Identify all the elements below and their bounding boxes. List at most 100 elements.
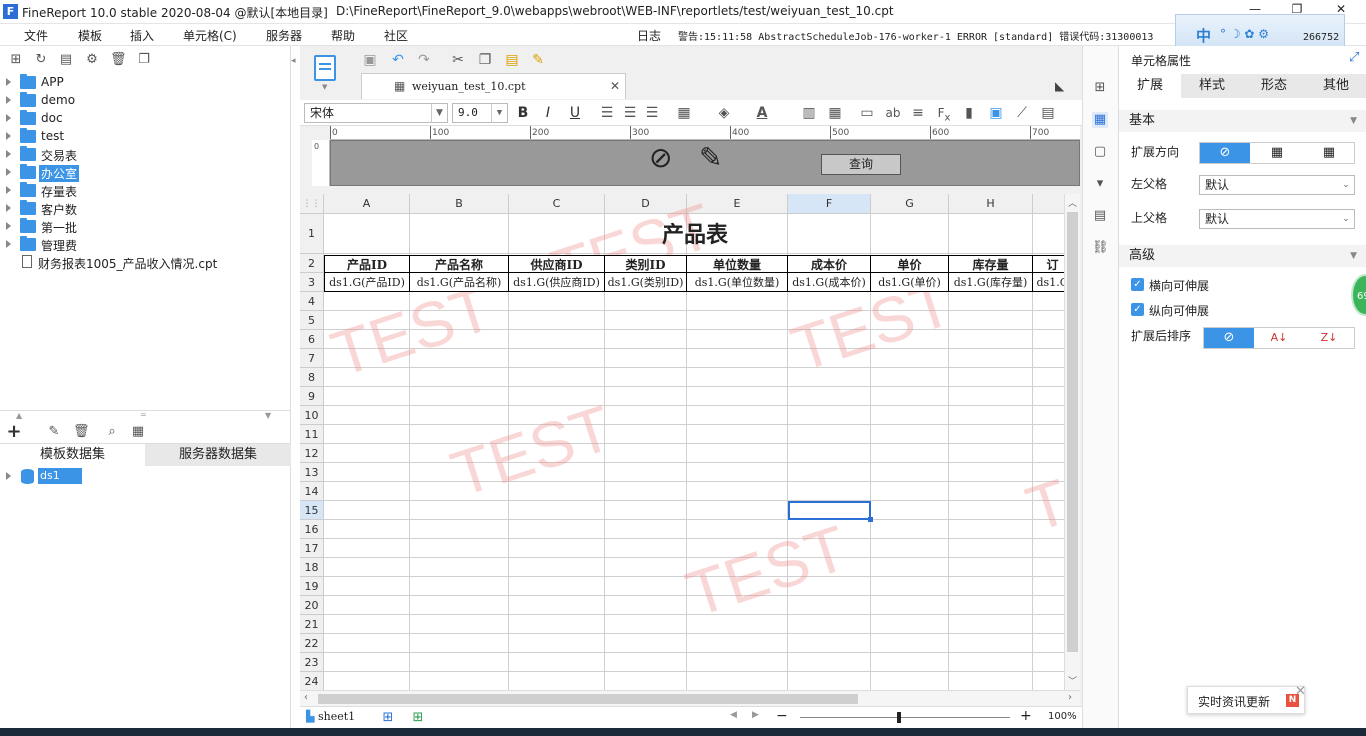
close-news-icon[interactable]: ✕: [1295, 684, 1306, 699]
sheet-prev-icon[interactable]: ◀: [730, 710, 737, 720]
slash-icon[interactable]: ⟋: [1012, 103, 1032, 123]
h-expand-checkbox[interactable]: ✓: [1131, 278, 1144, 291]
row-header[interactable]: 24: [300, 672, 324, 690]
expand-arrow-icon[interactable]: [6, 222, 11, 230]
chart-icon[interactable]: ▮: [959, 103, 979, 123]
formula-icon[interactable]: Fx: [934, 103, 954, 123]
save-icon[interactable]: ▣: [360, 50, 380, 70]
refresh-icon[interactable]: ↻: [33, 52, 49, 68]
new-folder-icon[interactable]: ⊞: [8, 52, 24, 68]
sheet-tab[interactable]: ▙ sheet1: [306, 710, 355, 723]
tab-style[interactable]: 样式: [1181, 74, 1243, 98]
expand-arrow-icon[interactable]: [6, 78, 11, 86]
cell-attr-icon[interactable]: ▦: [1092, 112, 1108, 128]
zoom-thumb[interactable]: [897, 712, 901, 723]
tree-folder[interactable]: 存量表: [0, 182, 291, 200]
header-cell[interactable]: 类别ID: [605, 255, 687, 273]
settings-icon[interactable]: ⚙: [84, 52, 100, 68]
v-expand-checkbox[interactable]: ✓: [1131, 303, 1144, 316]
speed-badge[interactable]: 69: [1351, 274, 1366, 316]
data-cell[interactable]: ds1.G(成本价): [788, 273, 871, 292]
splitter[interactable]: ▲ = ▼: [0, 410, 291, 420]
expand-arrow-icon[interactable]: [6, 114, 11, 122]
data-cell[interactable]: ds1.G(供应商ID): [509, 273, 605, 292]
row-header[interactable]: 14: [300, 482, 324, 501]
row-header[interactable]: 10: [300, 406, 324, 425]
header-cell[interactable]: 单价: [871, 255, 949, 273]
sort-none-option[interactable]: ⊘: [1204, 328, 1254, 348]
fill-handle[interactable]: [868, 517, 873, 522]
data-cell[interactable]: ds1.G(产品名称): [410, 273, 509, 292]
underline-icon[interactable]: U: [565, 103, 585, 123]
header-cell[interactable]: 单位数量: [687, 255, 788, 273]
column-header[interactable]: A: [324, 194, 410, 214]
rich-text-icon[interactable]: ≡: [908, 103, 928, 123]
preview-icon[interactable]: ⌕: [104, 424, 120, 440]
expand-horizontal-option[interactable]: ▦: [1304, 143, 1354, 163]
expand-none-option[interactable]: ⊘: [1200, 143, 1250, 163]
expand-arrow-icon[interactable]: [6, 204, 11, 212]
tree-folder[interactable]: APP: [0, 74, 291, 92]
align-right-icon[interactable]: ☰: [642, 103, 662, 123]
menu-insert[interactable]: 插入: [130, 27, 154, 44]
tab-expand[interactable]: 扩展: [1119, 74, 1181, 98]
data-cell[interactable]: ds1.G(库存量): [949, 273, 1033, 292]
hide-param-icon[interactable]: ⊘: [649, 141, 672, 174]
text-icon[interactable]: ab: [883, 103, 903, 123]
sheet-next-icon[interactable]: ▶: [752, 710, 759, 720]
section-advanced[interactable]: 高级 ▼: [1119, 245, 1366, 267]
selected-cell[interactable]: [788, 501, 871, 520]
header-cell[interactable]: 库存量: [949, 255, 1033, 273]
data-cell[interactable]: ds1.G(单价): [871, 273, 949, 292]
dataset-item[interactable]: ds1: [0, 468, 291, 486]
menu-server[interactable]: 服务器: [266, 27, 302, 44]
row-header[interactable]: 20: [300, 596, 324, 615]
row-header[interactable]: 9: [300, 387, 324, 406]
header-cell[interactable]: 成本价: [788, 255, 871, 273]
fill-color-icon[interactable]: ◈: [714, 103, 734, 123]
horizontal-scrollbar[interactable]: ‹ ›: [300, 690, 1080, 706]
tab-server-dataset[interactable]: 服务器数据集: [145, 444, 291, 466]
expand-vertical-option[interactable]: ▦: [1252, 143, 1302, 163]
header-cell[interactable]: 订: [1033, 255, 1066, 273]
font-color-icon[interactable]: A: [752, 103, 772, 123]
image-icon[interactable]: ▣: [986, 103, 1006, 123]
tab-menu-icon[interactable]: ◣: [1055, 79, 1064, 93]
paste-icon[interactable]: ▤: [502, 50, 522, 70]
row-header[interactable]: 1: [300, 214, 324, 254]
menu-cell[interactable]: 单元格(C): [183, 27, 237, 44]
condition-icon[interactable]: ▤: [1092, 208, 1108, 224]
select-all-corner[interactable]: ⋮⋮: [300, 194, 324, 214]
data-cell[interactable]: ds1.G: [1033, 273, 1066, 292]
column-header[interactable]: E: [687, 194, 788, 214]
edit-icon[interactable]: ✎: [46, 424, 62, 440]
sort-desc-option[interactable]: Z↓: [1304, 328, 1354, 348]
expand-pane-icon[interactable]: ⤢: [1349, 50, 1359, 65]
merge-cell-icon[interactable]: ▥: [799, 103, 819, 123]
widget-icon[interactable]: ▾: [1092, 176, 1108, 192]
tree-folder[interactable]: 办公室: [0, 164, 291, 182]
row-header[interactable]: 21: [300, 615, 324, 634]
row-header[interactable]: 7: [300, 349, 324, 368]
add-sheet-icon[interactable]: ⊞: [380, 710, 396, 726]
hyperlink-icon[interactable]: ⛓: [1092, 240, 1109, 256]
zoom-in-icon[interactable]: +: [1020, 708, 1032, 724]
tab-form[interactable]: 形态: [1243, 74, 1305, 98]
section-basic[interactable]: 基本 ▼: [1119, 110, 1366, 132]
tree-file[interactable]: 财务报表1005_产品收入情况.cpt: [0, 254, 291, 272]
bold-icon[interactable]: B: [513, 103, 533, 123]
header-cell[interactable]: 产品ID: [324, 255, 410, 273]
float-element-icon[interactable]: ▢: [1092, 144, 1108, 160]
row-header[interactable]: 6: [300, 330, 324, 349]
sheet-grid[interactable]: ⋮⋮ A B C D E F G H 1 2 3 4 5 6 7 8 9 10 11 12 13 14 15 16 17 18 19 2…: [300, 194, 1066, 690]
menu-file[interactable]: 文件: [24, 27, 48, 44]
unmerge-cell-icon[interactable]: ▦: [825, 103, 845, 123]
row-header[interactable]: 4: [300, 292, 324, 311]
add-dataset-icon[interactable]: +: [6, 423, 22, 441]
row-header[interactable]: 19: [300, 577, 324, 596]
column-header[interactable]: F: [788, 194, 871, 214]
row-header[interactable]: 2: [300, 254, 324, 273]
delete-icon[interactable]: 🗑: [110, 52, 127, 68]
menu-community[interactable]: 社区: [384, 27, 408, 44]
expand-arrow-icon[interactable]: [6, 186, 11, 194]
